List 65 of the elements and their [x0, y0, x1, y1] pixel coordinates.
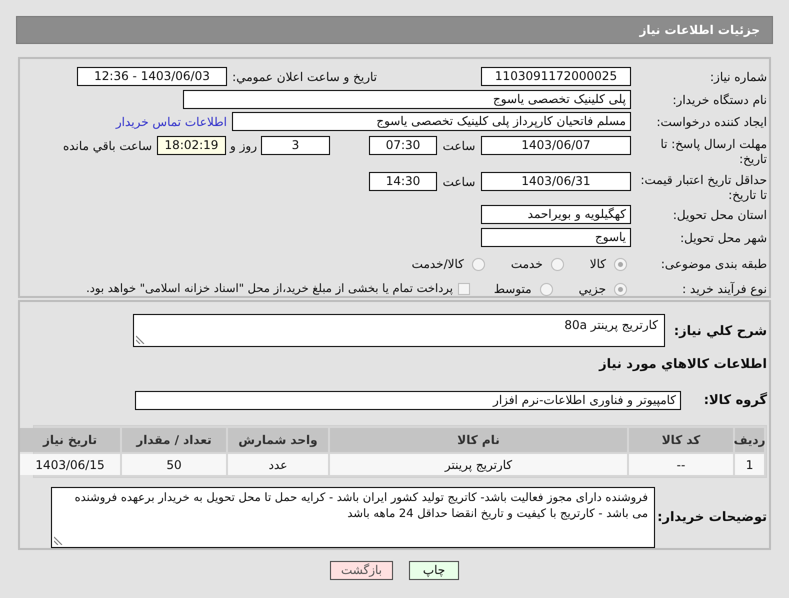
table-cell: 1: [735, 454, 764, 475]
radio-label: کالا/خدمت: [412, 256, 464, 273]
input-field[interactable]: 1103091172000025: [481, 67, 631, 86]
resize-grip-icon[interactable]: [136, 335, 145, 344]
field-label: مهلت ارسال پاسخ: تا تاریخ:: [659, 136, 767, 167]
resize-grip-icon[interactable]: [54, 536, 63, 545]
table-cell: عدد: [228, 454, 328, 475]
field-label: توضیحات خریدار:: [656, 508, 767, 527]
time-label: ساعت: [442, 174, 476, 190]
back-button[interactable]: بازگشت: [330, 561, 393, 580]
field-label: استان محل تحویل:: [672, 206, 767, 224]
text-area[interactable]: فروشنده دارای مجوز فعالیت باشد- کاتریج تولید کشور ایران باشد - کرایه حمل تا محل تحویل به خریدار برعهده فروشنده می باشد - کارتریج با کیفیت و تاریخ انقضا حداقل 24 ماهه باشد: [51, 487, 655, 548]
remaining-label: ساعت باقي مانده: [62, 138, 152, 154]
radio-label: خدمت: [510, 256, 543, 273]
page-title: جزئیات اطلاعات نیاز: [639, 22, 760, 39]
column-header: تاریخ نیاز: [20, 428, 120, 452]
input-field[interactable]: 1403/06/03 - 12:36: [77, 67, 227, 86]
input-field[interactable]: 1403/06/31: [481, 172, 631, 191]
text-area[interactable]: کارتریج پرینتر 80a: [133, 314, 665, 347]
input-field[interactable]: پلی کلینیک تخصصی یاسوج: [183, 90, 631, 109]
time-label: ساعت: [442, 138, 476, 154]
input-field[interactable]: 07:30: [369, 136, 437, 155]
radio-label: کالا: [590, 256, 606, 273]
table-cell: کارتریج پرینتر: [330, 454, 627, 475]
days-label: روز و: [228, 138, 258, 154]
column-header: واحد شمارش: [228, 428, 328, 452]
input-field[interactable]: مسلم فاتحیان کارپرداز پلی کلینیک تخصصی یاسوج: [232, 112, 631, 131]
radio-button[interactable]: [540, 282, 553, 296]
table-cell: 50: [122, 454, 226, 475]
print-button[interactable]: چاپ: [409, 561, 459, 580]
radio-button[interactable]: [550, 258, 564, 270]
contact-link[interactable]: اطلاعات تماس خریدار: [116, 112, 227, 130]
text-area-value: فروشنده دارای مجوز فعالیت باشد- کاتریج تولید کشور ایران باشد - کرایه حمل تا محل تحویل به خریدار برعهده فروشنده می باشد - کارتریج با کیفیت و تاریخ انقضا حداقل 24 ماهه باشد: [74, 490, 648, 520]
field-label: ایجاد کننده درخواست:: [655, 114, 767, 130]
input-field[interactable]: 18:02:19: [157, 136, 226, 155]
text-area-value: کارتریج پرینتر 80a: [564, 318, 658, 332]
checkbox[interactable]: [458, 283, 470, 295]
table-cell: 1403/06/15: [20, 454, 120, 475]
field-label: نوع فرآیند خرید :: [681, 281, 767, 298]
field-label: شرح کلي نیاز:: [672, 323, 767, 341]
input-field[interactable]: کامپیوتر و فناوری اطلاعات-نرم افزار: [135, 390, 681, 410]
column-header: کد کالا: [629, 428, 733, 452]
input-field[interactable]: کهگیلویه و بویراحمد: [481, 205, 631, 224]
column-header: نام کالا: [330, 428, 627, 452]
field-label: شماره نیاز:: [709, 68, 767, 86]
input-field[interactable]: 1403/06/07: [481, 136, 631, 155]
section-heading: اطلاعات کالاهاي مورد نیاز: [599, 356, 767, 374]
field-label: گروه کالا:: [702, 391, 767, 410]
field-label: نام دستگاه خریدار:: [672, 92, 767, 108]
table-cell: --: [629, 454, 733, 475]
column-header: ردیف: [735, 428, 764, 452]
input-field[interactable]: 14:30: [369, 172, 437, 191]
field-label: تاریخ و ساعت اعلان عمومي:: [231, 68, 377, 86]
input-field[interactable]: یاسوج: [481, 228, 631, 247]
radio-label: جزیي: [578, 281, 606, 298]
radio-label: متوسط: [494, 281, 532, 298]
field-label: طبقه بندی موضوعی:: [660, 256, 767, 273]
column-header: تعداد / مقدار: [122, 428, 226, 452]
radio-button[interactable]: [472, 258, 485, 270]
radio-button[interactable]: [614, 258, 627, 270]
field-label: شهر محل تحویل:: [679, 230, 767, 246]
field-label: حداقل تاریخ اعتبار قیمت: تا تاریخ:: [639, 172, 767, 203]
input-field[interactable]: 3: [261, 136, 330, 155]
radio-button[interactable]: [614, 282, 627, 296]
payment-note: پرداخت تمام یا بخشی از مبلغ خرید،از محل "اسناد خزانه اسلامی" خواهد بود.: [86, 280, 453, 298]
